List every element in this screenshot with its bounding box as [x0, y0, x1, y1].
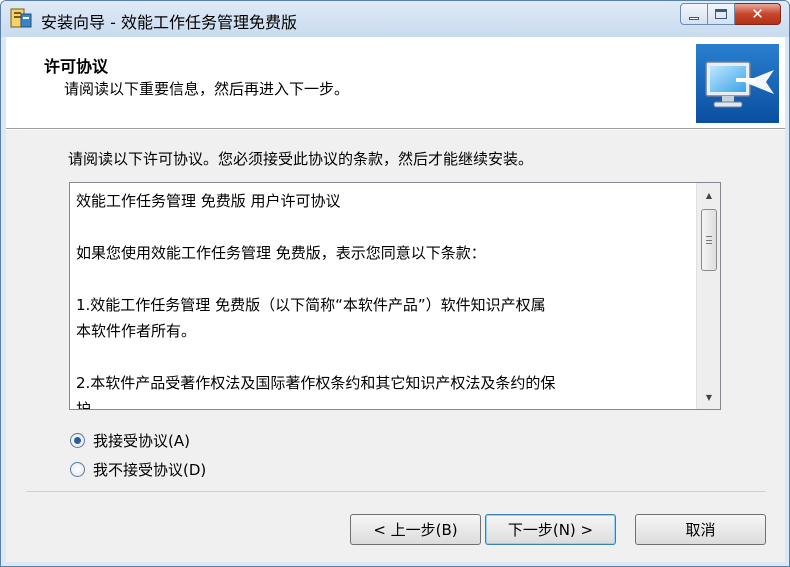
license-line — [76, 266, 689, 292]
license-line: 2.本软件产品受著作权法及国际著作权条约和其它知识产权法及条约的保 — [76, 374, 556, 392]
license-textbox[interactable]: 效能工作任务管理 免费版 用户许可协议 如果您使用效能工作任务管理 免费版，表示… — [69, 182, 721, 410]
decline-radio-button[interactable] — [70, 462, 85, 477]
wizard-client-area: 许可协议 请阅读以下重要信息，然后再进入下一步。 请阅读以下许可协议。您必须接受… — [6, 37, 785, 562]
minimize-icon — [689, 16, 699, 20]
next-button[interactable]: 下一步(N) > — [485, 514, 616, 545]
page-subtitle: 请阅读以下重要信息，然后再进入下一步。 — [64, 80, 350, 98]
title-bar[interactable]: 安装向导 - 效能工作任务管理免费版 ✕ — [1, 1, 789, 37]
back-button[interactable]: < 上一步(B) — [350, 514, 481, 545]
computer-monitor-icon — [696, 44, 779, 123]
close-button[interactable]: ✕ — [735, 3, 781, 25]
scroll-down-arrow-icon[interactable]: ▼ — [697, 387, 721, 407]
instruction-text: 请阅读以下许可协议。您必须接受此协议的条款，然后才能继续安装。 — [68, 150, 534, 168]
page-title: 许可协议 — [44, 57, 109, 76]
vertical-scrollbar[interactable]: ▲ ▼ — [696, 183, 720, 409]
maximize-button[interactable] — [708, 3, 735, 25]
accept-radio-button[interactable] — [70, 433, 85, 448]
minimize-button[interactable] — [680, 3, 708, 25]
header-divider — [6, 129, 785, 130]
accept-agreement-label[interactable]: 我接受协议(A) — [93, 430, 190, 451]
close-icon: ✕ — [751, 5, 764, 23]
caption-buttons: ✕ — [680, 3, 781, 25]
license-line: 护。 — [76, 400, 107, 409]
license-line: 1.效能工作任务管理 免费版（以下简称“本软件产品”）软件知识产权属 — [76, 296, 546, 314]
accept-agreement-option[interactable]: 我接受协议(A) — [70, 430, 190, 451]
license-line: 本软件作者所有。 — [76, 322, 197, 340]
cancel-button[interactable]: 取消 — [635, 514, 766, 545]
license-line: 效能工作任务管理 免费版 用户许可协议 — [76, 192, 341, 210]
window-title: 安装向导 - 效能工作任务管理免费版 — [41, 13, 297, 32]
license-line: 如果您使用效能工作任务管理 免费版，表示您同意以下条款： — [76, 244, 486, 262]
grip-icon — [706, 236, 712, 244]
footer-divider — [26, 491, 766, 492]
maximize-icon — [715, 9, 727, 19]
scroll-up-arrow-icon[interactable]: ▲ — [697, 185, 721, 205]
license-line — [76, 214, 689, 240]
decline-agreement-option[interactable]: 我不接受协议(D) — [70, 459, 206, 480]
installer-window: 安装向导 - 效能工作任务管理免费版 ✕ 许可协议 请阅读以下重要信息，然后再进… — [0, 0, 790, 567]
license-text-content[interactable]: 效能工作任务管理 免费版 用户许可协议 如果您使用效能工作任务管理 免费版，表示… — [70, 183, 695, 409]
wizard-header: 许可协议 请阅读以下重要信息，然后再进入下一步。 — [6, 37, 785, 129]
scroll-thumb[interactable] — [701, 209, 717, 271]
decline-agreement-label[interactable]: 我不接受协议(D) — [93, 459, 206, 480]
installer-icon — [10, 8, 32, 28]
license-line — [76, 344, 689, 370]
